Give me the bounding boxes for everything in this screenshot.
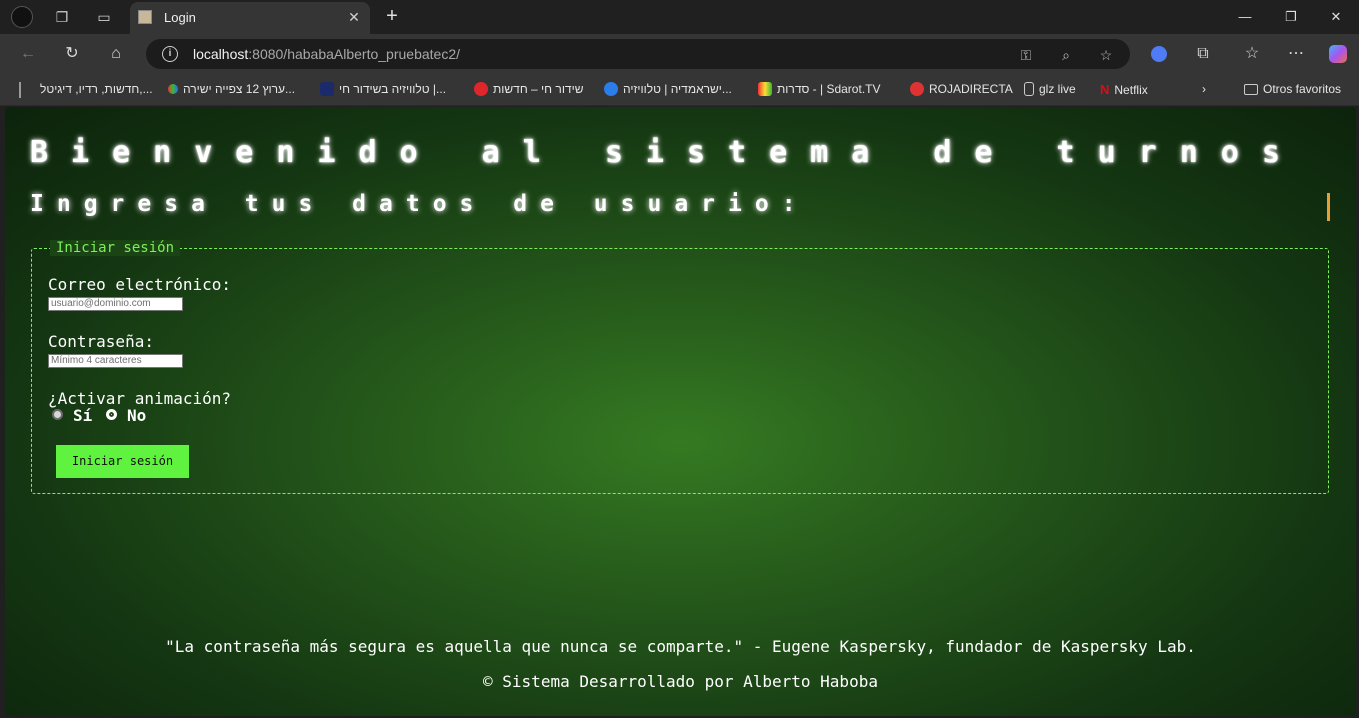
radio-yes-label[interactable]: Sí xyxy=(73,406,92,425)
bookmark-item[interactable]: glz live xyxy=(1024,82,1076,96)
extensions-puzzle-icon[interactable]: ⧉ xyxy=(1189,40,1217,68)
bookmarks-divider xyxy=(19,82,21,98)
extension-circle-icon[interactable] xyxy=(1145,40,1173,68)
password-field[interactable]: Mínimo 4 caracteres xyxy=(48,354,183,368)
bookmark-item[interactable]: ערוץ 12 צפייה ישירה... xyxy=(168,82,295,96)
bookmark-item[interactable]: חדשות, רדיו, דיגיטל,... xyxy=(40,82,153,96)
bookmark-item[interactable]: טלוויזיה בשידור חי |... xyxy=(320,82,446,96)
footer-copyright: © Sistema Desarrollado por Alberto Habob… xyxy=(483,672,878,691)
email-field[interactable]: usuario@dominio.com xyxy=(48,297,183,311)
page-subtitle: Ingresa tus datos de usuario: xyxy=(30,191,809,217)
tab-strip: ❐ ▭ Login ✕ + — ❐ ✕ xyxy=(0,0,1359,34)
url-text[interactable]: localhost:8080/hababaAlberto_pruebatec2/ xyxy=(193,46,460,62)
restore-button[interactable]: ❐ xyxy=(1268,0,1314,34)
zoom-icon[interactable]: ⌕ xyxy=(1056,45,1076,65)
tab-title: Login xyxy=(164,10,196,25)
radio-no-label[interactable]: No xyxy=(127,406,146,425)
site-info-icon[interactable]: i xyxy=(162,46,178,62)
bookmark-item[interactable]: סדרות - | Sdarot.TV xyxy=(758,82,880,96)
bookmarks-overflow-chevron-icon[interactable]: › xyxy=(1202,82,1206,96)
footer-quote: "La contraseña más segura es aquella que… xyxy=(165,637,1196,656)
reload-icon[interactable]: ↻ xyxy=(58,40,86,68)
login-submit-button[interactable]: Iniciar sesión xyxy=(56,445,189,478)
radio-no[interactable] xyxy=(106,409,117,420)
email-label: Correo electrónico: xyxy=(48,275,232,294)
workspaces-icon[interactable]: ❐ xyxy=(50,5,74,29)
minimize-button[interactable]: — xyxy=(1222,0,1268,34)
scroll-indicator xyxy=(1327,193,1330,221)
more-menu-icon[interactable]: ⋯ xyxy=(1282,40,1310,68)
bookmarks-bar: חדשות, רדיו, דיגיטל,... ערוץ 12 צפייה יש… xyxy=(0,74,1359,106)
bookmark-item[interactable]: ישראמדיה | טלוויזיה... xyxy=(604,82,732,96)
other-favorites[interactable]: Otros favoritos xyxy=(1244,82,1341,96)
login-fieldset: Iniciar sesión Correo electrónico: usuar… xyxy=(31,240,1329,494)
bookmark-item[interactable]: ROJADIRECTA xyxy=(910,82,1013,96)
new-tab-button[interactable]: + xyxy=(380,5,404,29)
close-tab-icon[interactable]: ✕ xyxy=(344,7,364,27)
folder-icon xyxy=(1244,83,1258,95)
close-window-button[interactable]: ✕ xyxy=(1313,0,1359,34)
navigation-bar: ← ↻ ⌂ i localhost:8080/hababaAlberto_pru… xyxy=(0,34,1359,74)
profile-avatar-icon[interactable] xyxy=(10,5,34,29)
favorite-star-icon[interactable]: ☆ xyxy=(1096,45,1116,65)
back-arrow-icon[interactable]: ← xyxy=(14,40,42,68)
page-content: Bienvenido al sistema de turnos Ingresa … xyxy=(5,107,1356,716)
page-title: Bienvenido al sistema de turnos xyxy=(30,135,1303,170)
home-icon[interactable]: ⌂ xyxy=(102,40,130,68)
password-label: Contraseña: xyxy=(48,332,154,351)
radio-yes[interactable] xyxy=(52,409,63,420)
bookmark-item[interactable]: N Netflix xyxy=(1100,82,1148,97)
vertical-tabs-icon[interactable]: ▭ xyxy=(92,5,116,29)
key-icon[interactable]: ⚿ xyxy=(1016,45,1036,65)
page-favicon-icon xyxy=(138,10,152,24)
tab-login[interactable]: Login ✕ xyxy=(130,2,370,34)
login-legend: Iniciar sesión xyxy=(50,240,181,256)
favorites-icon[interactable]: ☆ xyxy=(1238,40,1266,68)
copilot-icon[interactable] xyxy=(1324,40,1352,68)
address-bar[interactable]: i localhost:8080/hababaAlberto_pruebatec… xyxy=(146,39,1130,69)
bookmark-item[interactable]: שידור חי – חדשות xyxy=(474,82,583,96)
